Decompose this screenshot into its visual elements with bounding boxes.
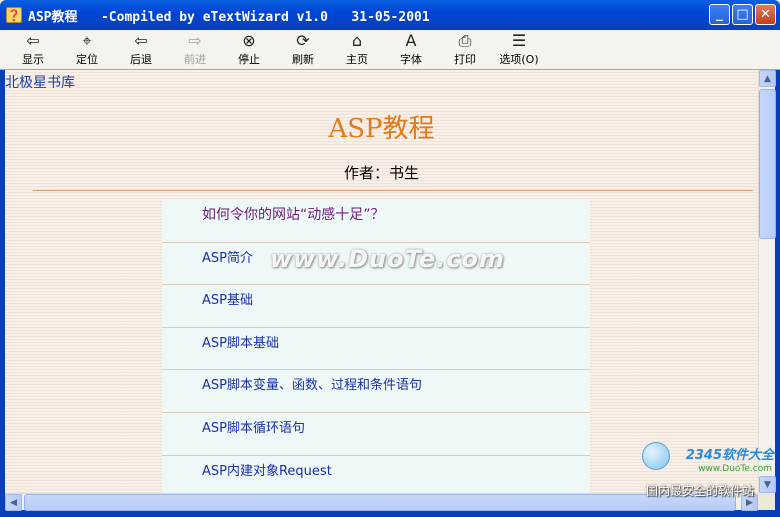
site-logo-watermark: 2345软件大全 www.DuoTe.com 国内最安全的软件站 bbox=[640, 440, 778, 500]
locate-button[interactable]: ⌖ 定位 bbox=[60, 31, 114, 69]
stop-button[interactable]: ⊗ 停止 bbox=[222, 31, 276, 69]
logo-url: www.DuoTe.com bbox=[698, 464, 772, 474]
print-label: 打印 bbox=[454, 53, 476, 66]
refresh-label: 刷新 bbox=[292, 53, 314, 66]
home-button[interactable]: ⌂ 主页 bbox=[330, 31, 384, 69]
title-bar[interactable]: ❓ ASP教程 -Compiled by eTextWizard v1.0 31… bbox=[0, 0, 780, 30]
content-area: 北极星书库 ASP教程 作者：书生 如何令你的网站“动感十足”？ ASP简介 A… bbox=[5, 70, 758, 493]
mascot-icon bbox=[642, 442, 670, 470]
page-title: ASP教程 bbox=[328, 114, 435, 144]
app-icon[interactable]: ❓ bbox=[6, 7, 22, 23]
logo-brand: 2345软件大全 bbox=[685, 448, 774, 463]
print-icon: ⎙ bbox=[458, 31, 472, 50]
font-icon: A bbox=[405, 31, 417, 50]
stop-icon: ⊗ bbox=[242, 31, 256, 50]
forward-label: 前进 bbox=[184, 53, 206, 66]
author-line: 作者：书生 bbox=[343, 164, 419, 182]
toc-link[interactable]: ASP内建对象Request bbox=[162, 456, 590, 493]
font-label: 字体 bbox=[400, 53, 422, 66]
watermark: www.DuoTe.com bbox=[270, 245, 505, 273]
refresh-icon: ⟳ bbox=[296, 31, 310, 50]
minimize-button[interactable]: _ bbox=[709, 4, 730, 25]
refresh-button[interactable]: ⟳ 刷新 bbox=[276, 31, 330, 69]
back-label: 后退 bbox=[130, 53, 152, 66]
vertical-scroll-thumb[interactable] bbox=[759, 89, 776, 239]
back-icon: ⇦ bbox=[134, 31, 148, 50]
logo-slogan: 国内最安全的软件站 bbox=[646, 484, 755, 498]
font-button[interactable]: A 字体 bbox=[384, 31, 438, 69]
scroll-left-icon[interactable]: ◀ bbox=[5, 494, 22, 511]
back-button[interactable]: ⇦ 后退 bbox=[114, 31, 168, 69]
scroll-up-icon[interactable]: ▲ bbox=[759, 70, 776, 87]
divider bbox=[33, 190, 753, 191]
window-controls: _ □ ✕ bbox=[709, 4, 776, 25]
horizontal-scroll-thumb[interactable] bbox=[24, 494, 736, 511]
stop-label: 停止 bbox=[238, 53, 260, 66]
toc-link[interactable]: ASP脚本循环语句 bbox=[162, 413, 590, 456]
site-name: 北极星书库 bbox=[5, 75, 75, 91]
locate-label: 定位 bbox=[76, 53, 98, 66]
vertical-scrollbar[interactable]: ▲ ▼ bbox=[758, 70, 776, 493]
locate-icon: ⌖ bbox=[82, 31, 92, 50]
table-of-contents: 如何令你的网站“动感十足”？ ASP简介 ASP基础 ASP脚本基础 ASP脚本… bbox=[162, 200, 590, 493]
forward-button[interactable]: ⇨ 前进 bbox=[168, 31, 222, 69]
toc-link[interactable]: ASP脚本变量、函数、过程和条件语句 bbox=[162, 370, 590, 413]
close-button[interactable]: ✕ bbox=[755, 4, 776, 25]
window-title: ASP教程 -Compiled by eTextWizard v1.0 31-0… bbox=[28, 9, 430, 25]
options-button[interactable]: ☰ 选项(O) bbox=[492, 31, 546, 69]
window-frame-bottom bbox=[0, 510, 780, 517]
home-label: 主页 bbox=[346, 53, 368, 66]
options-icon: ☰ bbox=[511, 31, 527, 50]
toc-link[interactable]: ASP基础 bbox=[162, 285, 590, 328]
show-button[interactable]: ⇦ 显示 bbox=[6, 31, 60, 69]
toc-link[interactable]: ASP脚本基础 bbox=[162, 328, 590, 371]
home-icon: ⌂ bbox=[351, 31, 363, 50]
print-button[interactable]: ⎙ 打印 bbox=[438, 31, 492, 69]
forward-icon: ⇨ bbox=[188, 31, 202, 50]
options-label: 选项(O) bbox=[499, 53, 539, 66]
show-icon: ⇦ bbox=[26, 31, 40, 50]
show-label: 显示 bbox=[22, 53, 44, 66]
toc-link[interactable]: 如何令你的网站“动感十足”？ bbox=[162, 200, 590, 243]
maximize-button[interactable]: □ bbox=[732, 4, 753, 25]
toolbar: ⇦ 显示 ⌖ 定位 ⇦ 后退 ⇨ 前进 ⊗ 停止 ⟳ 刷新 ⌂ 主页 A 字体 … bbox=[0, 30, 780, 70]
